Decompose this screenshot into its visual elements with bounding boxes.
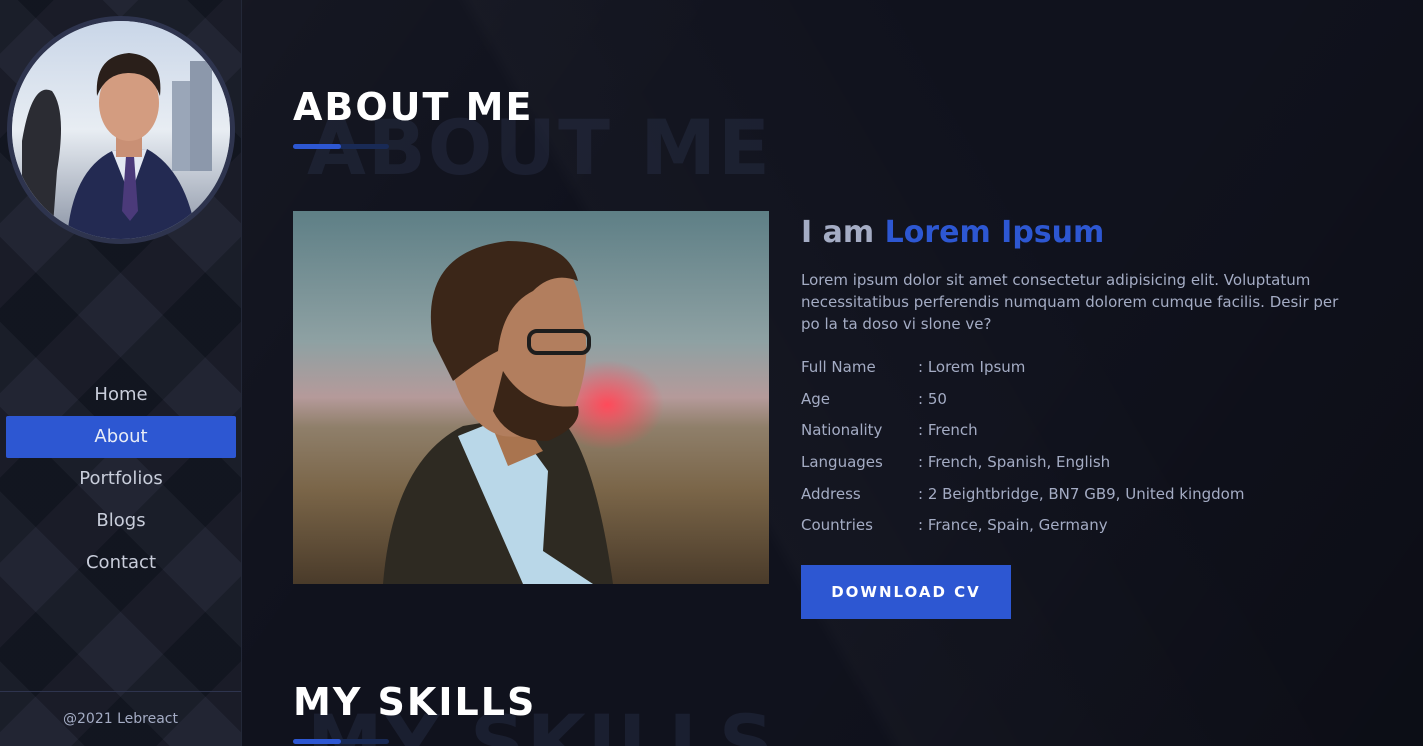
info-label: Address (801, 484, 861, 503)
sidebar: Home About Portfolios Blogs Contact @202… (0, 0, 242, 746)
info-value: : French (918, 421, 978, 440)
info-row-countries: Countries : France, Spain, Germany (801, 515, 1351, 547)
info-row-full-name: Full Name : Lorem Ipsum (801, 357, 1351, 389)
skills-title-underline (293, 739, 389, 744)
about-content: I am Lorem Ipsum Lorem ipsum dolor sit a… (801, 211, 1351, 620)
avatar (7, 16, 235, 244)
info-label: Full Name (801, 358, 876, 376)
app: Home About Portfolios Blogs Contact @202… (0, 0, 1423, 746)
info-label: Nationality (801, 421, 883, 440)
skills-title: MY SKILLS (293, 680, 537, 724)
about-title-underline (293, 144, 389, 149)
nav-item-home[interactable]: Home (6, 374, 236, 416)
main-content: ABOUT ME ABOUT ME I am Lorem Ipsum Lorem… (242, 0, 1423, 746)
sidebar-nav: Home About Portfolios Blogs Contact (6, 374, 236, 584)
info-row-languages: Languages : French, Spanish, English (801, 452, 1351, 484)
about-description: Lorem ipsum dolor sit amet consectetur a… (801, 271, 1339, 333)
info-label: Countries (801, 516, 873, 535)
about-photo (293, 211, 769, 584)
info-row-nationality: Nationality : French (801, 420, 1351, 452)
about-heading: I am Lorem Ipsum (801, 211, 1351, 255)
about-title: ABOUT ME (293, 85, 534, 129)
info-value: : 2 Beightbridge, BN7 GB9, United kingdo… (918, 484, 1245, 503)
nav-item-about[interactable]: About (6, 416, 236, 458)
sidebar-footer: @2021 Lebreact (0, 691, 241, 746)
skills-section-title: MY SKILLS MY SKILLS (293, 680, 774, 746)
nav-item-contact[interactable]: Contact (6, 542, 236, 584)
info-value: : France, Spain, Germany (918, 516, 1108, 535)
nav-item-blogs[interactable]: Blogs (6, 500, 236, 542)
avatar-image (12, 21, 230, 239)
nav-item-portfolios[interactable]: Portfolios (6, 458, 236, 500)
about-section-title: ABOUT ME ABOUT ME (293, 85, 770, 186)
download-cv-button[interactable]: DOWNLOAD CV (801, 565, 1011, 620)
about-heading-name: Lorem Ipsum (884, 215, 1105, 250)
about-photo-image (293, 211, 769, 584)
info-label: Languages (801, 453, 883, 472)
info-value: : 50 (918, 389, 947, 408)
personal-info-list: Full Name : Lorem Ipsum Age : 50 Nationa… (801, 357, 1351, 547)
about-heading-prefix: I am (801, 215, 875, 250)
info-value: : Lorem Ipsum (918, 358, 1026, 376)
info-value: : French, Spanish, English (918, 453, 1111, 472)
info-row-age: Age : 50 (801, 389, 1351, 421)
info-row-address: Address : 2 Beightbridge, BN7 GB9, Unite… (801, 484, 1351, 516)
info-label: Age (801, 389, 831, 408)
